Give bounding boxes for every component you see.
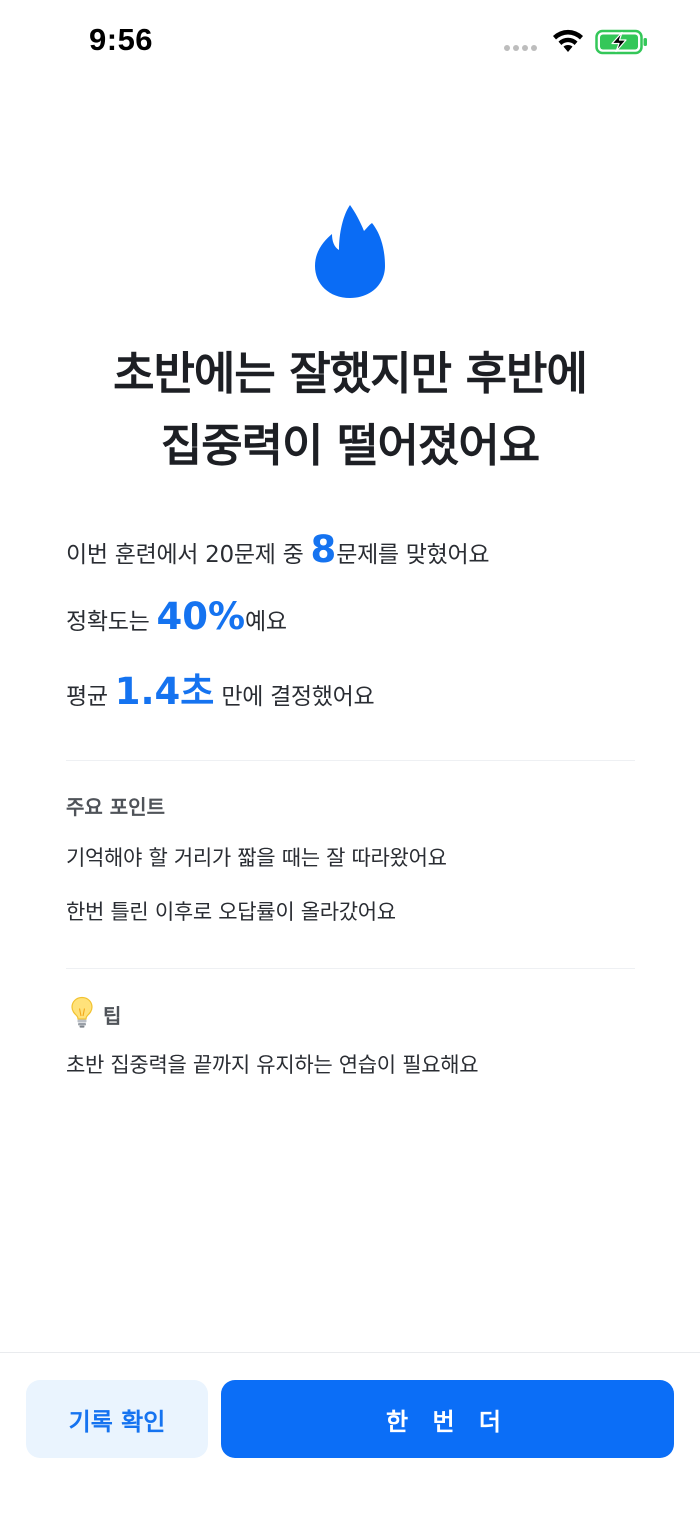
average-time-line: 평균 1.4초 만에 결정했어요 <box>66 661 375 715</box>
correct-count-suffix: 문제를 맞혔어요 <box>336 542 490 568</box>
average-time-prefix: 평균 <box>66 684 115 710</box>
headline-line-2: 집중력이 떨어졌어요 <box>160 419 540 472</box>
accuracy-line: 정확도는 40%예요 <box>66 595 287 638</box>
status-time: 9:56 <box>89 22 154 57</box>
headline-line-1: 초반에는 잘했지만 후반에 <box>113 347 588 400</box>
accuracy-value: 40% <box>156 595 246 638</box>
divider <box>66 760 635 761</box>
accuracy-suffix: 예요 <box>245 609 287 635</box>
average-time-suffix: 만에 결정했어요 <box>214 684 375 710</box>
correct-count-value: 8 <box>310 528 337 571</box>
correct-count-prefix: 이번 훈련에서 20문제 중 <box>66 542 311 568</box>
battery-charging-icon <box>595 29 647 55</box>
wifi-icon <box>553 29 583 52</box>
accuracy-prefix: 정확도는 <box>66 609 157 635</box>
key-point-item: 한번 틀린 이후로 오답률이 올라갔어요 <box>66 900 396 924</box>
key-point-item: 기억해야 할 거리가 짧을 때는 잘 따라왔어요 <box>66 846 447 870</box>
result-headline: 초반에는 잘했지만 후반에 집중력이 떨어졌어요 <box>0 338 700 482</box>
correct-count-line: 이번 훈련에서 20문제 중 8문제를 맞혔어요 <box>66 528 490 571</box>
lightbulb-icon <box>71 996 93 1028</box>
average-time-value: 1.4초 <box>114 670 215 713</box>
tip-text: 초반 집중력을 끝까지 유지하는 연습이 필요해요 <box>66 1053 479 1077</box>
fire-icon <box>315 205 385 298</box>
status-bar: 9:56 <box>0 0 700 84</box>
tip-title: 팁 <box>103 1004 122 1028</box>
divider <box>66 968 635 969</box>
view-history-button[interactable]: 기록 확인 <box>26 1380 208 1458</box>
signal-dots-icon <box>504 45 537 51</box>
key-points-title: 주요 포인트 <box>66 795 165 819</box>
retry-button[interactable]: 한 번 더 <box>221 1380 674 1458</box>
